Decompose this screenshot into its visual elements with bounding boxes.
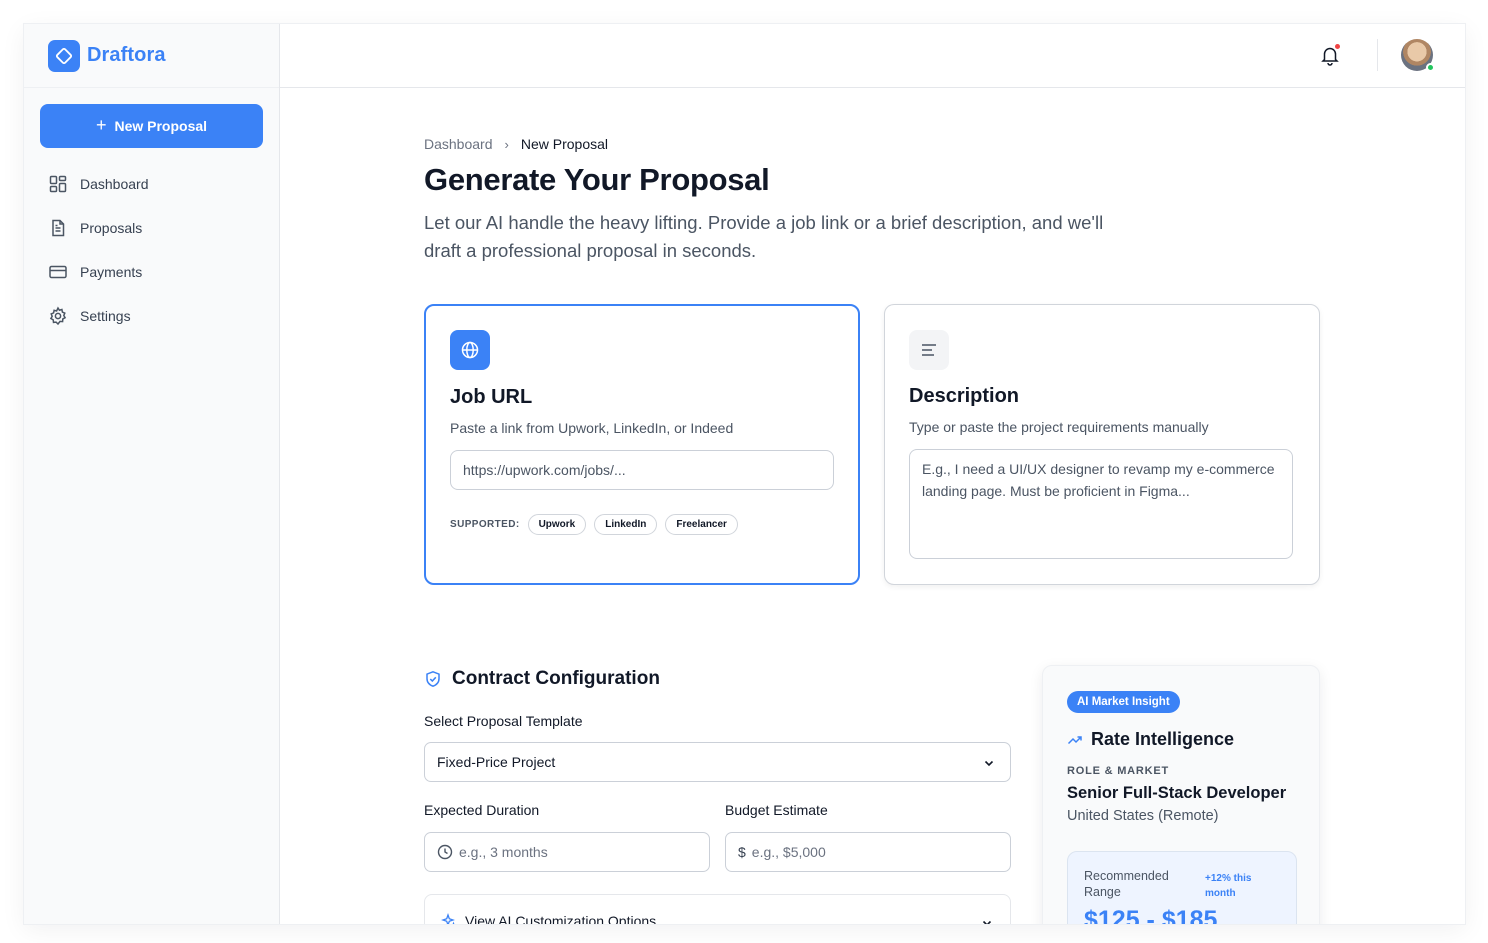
main-content: Dashboard › New Proposal Generate Your P… — [281, 89, 1465, 924]
contract-config-heading: Contract Configuration — [424, 668, 660, 690]
job-url-card[interactable]: Job URL Paste a link from Upwork, Linked… — [424, 304, 860, 585]
gear-icon — [49, 306, 67, 326]
template-label: Select Proposal Template — [424, 713, 583, 729]
trend-badge: +12% this month — [1205, 873, 1252, 899]
sparkle-icon — [441, 913, 455, 924]
sidebar-item-label: Proposals — [80, 220, 143, 236]
plus-icon: + — [95, 114, 107, 135]
role-location: United States (Remote) — [1067, 808, 1219, 824]
online-status-dot — [1426, 63, 1435, 72]
brand-name: Draftora — [87, 44, 166, 66]
breadcrumb-current: New Proposal — [520, 136, 608, 152]
chevron-down-icon — [982, 920, 992, 924]
platform-chip: Upwork — [527, 514, 587, 535]
section-title: Contract Configuration — [452, 668, 660, 689]
sidebar-item-proposals[interactable]: Proposals — [40, 206, 263, 250]
dashboard-icon — [49, 175, 67, 193]
platform-chip: LinkedIn — [594, 514, 658, 535]
sidebar-item-payments[interactable]: Payments — [40, 250, 263, 294]
template-select[interactable]: Fixed-Price Project — [424, 742, 1011, 782]
new-proposal-button[interactable]: + New Proposal — [40, 104, 263, 148]
ai-customization-toggle[interactable]: View AI Customization Options — [424, 894, 1011, 924]
recommended-range-box: Recommended Range +12% this month $125 -… — [1067, 851, 1297, 924]
page-title: Generate Your Proposal — [424, 162, 770, 197]
insight-title: Rate Intelligence — [1091, 729, 1235, 749]
page-subtitle: Let our AI handle the heavy lifting. Pro… — [424, 212, 1104, 261]
document-icon — [52, 219, 65, 237]
job-url-input[interactable] — [450, 450, 834, 490]
bell-icon[interactable] — [1317, 42, 1343, 68]
platform-chip: Freelancer — [665, 514, 738, 535]
supported-platforms: SUPPORTED: Upwork LinkedIn Freelancer — [450, 514, 746, 535]
brand[interactable]: Draftora — [24, 24, 279, 88]
header-divider — [1377, 39, 1378, 71]
template-value: Fixed-Price Project — [437, 754, 556, 770]
sidebar-item-settings[interactable]: Settings — [40, 294, 263, 338]
app-window: Draftora + New Proposal Dashboard Propos… — [24, 24, 1465, 924]
sidebar: Draftora + New Proposal Dashboard Propos… — [24, 24, 280, 924]
ai-insight-badge: AI Market Insight — [1067, 691, 1180, 713]
duration-input[interactable] — [459, 844, 689, 860]
notification-dot — [1335, 44, 1340, 49]
sidebar-item-dashboard[interactable]: Dashboard — [40, 162, 263, 206]
role-market-label: ROLE & MARKET — [1067, 765, 1170, 777]
text-align-icon — [909, 330, 949, 370]
dollar-icon: $ — [738, 844, 746, 860]
avatar[interactable] — [1401, 39, 1435, 72]
rate-insight-panel: AI Market Insight Rate Intelligence ROLE… — [1042, 665, 1320, 924]
card-subtitle: Paste a link from Upwork, LinkedIn, or I… — [450, 420, 734, 436]
description-card[interactable]: Description Type or paste the project re… — [884, 304, 1320, 585]
rate-range-value: $125 - $185 — [1084, 906, 1218, 924]
description-textarea[interactable] — [909, 449, 1293, 559]
sidebar-nav: Dashboard Proposals Payments Settings — [40, 162, 263, 338]
card-subtitle: Type or paste the project requirements m… — [909, 419, 1209, 435]
role-title: Senior Full-Stack Developer — [1067, 784, 1287, 802]
sidebar-item-label: Settings — [80, 308, 131, 324]
ai-options-label: View AI Customization Options — [465, 913, 657, 924]
trending-up-icon — [1067, 735, 1082, 744]
globe-icon — [450, 330, 490, 370]
sidebar-item-label: Payments — [80, 264, 143, 280]
card-title: Job URL — [450, 386, 533, 408]
top-header — [280, 24, 1465, 88]
budget-field[interactable]: $ — [725, 832, 1011, 872]
budget-input[interactable] — [751, 844, 982, 860]
duration-field[interactable] — [424, 832, 710, 872]
card-title: Description — [909, 385, 1020, 407]
logo-icon — [48, 39, 80, 72]
supported-label: SUPPORTED: — [450, 519, 520, 530]
insight-heading: Rate Intelligence — [1067, 729, 1234, 750]
chevron-down-icon — [984, 760, 994, 767]
credit-card-icon — [49, 265, 67, 279]
budget-label: Budget Estimate — [725, 802, 828, 818]
breadcrumb: Dashboard › New Proposal — [424, 136, 608, 152]
clock-icon — [437, 844, 453, 860]
duration-label: Expected Duration — [424, 802, 540, 818]
breadcrumb-root[interactable]: Dashboard — [424, 136, 493, 152]
range-label: Recommended Range — [1084, 869, 1169, 899]
chevron-right-icon: › — [504, 136, 509, 152]
sidebar-item-label: Dashboard — [80, 176, 149, 192]
shield-check-icon — [426, 670, 440, 688]
new-proposal-label: New Proposal — [114, 118, 208, 134]
